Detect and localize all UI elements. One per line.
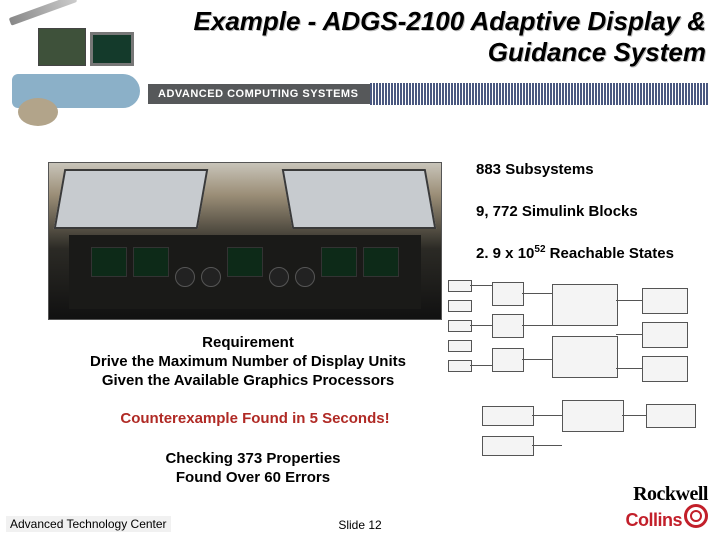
- stats-block: 883 Subsystems 9, 772 Simulink Blocks 2.…: [476, 160, 708, 286]
- cockpit-gauge: [269, 267, 289, 287]
- requirement-heading: Requirement: [56, 334, 440, 353]
- slide-title: Example - ADGS-2100 Adaptive Display & G…: [146, 6, 706, 67]
- banner-stripes-graphic: [370, 83, 708, 105]
- title-line-2: Guidance System: [488, 37, 706, 67]
- diagram-block: [562, 400, 624, 432]
- diagram-block: [448, 280, 472, 292]
- cockpit-screen: [363, 247, 399, 277]
- diagram-block: [482, 406, 534, 426]
- cockpit-screen: [133, 247, 169, 277]
- logo-line-2: Collins: [625, 510, 682, 530]
- diagram-block: [552, 336, 618, 378]
- states-suffix: Reachable States: [546, 245, 674, 262]
- diagram-wire: [522, 293, 552, 294]
- diagram-wire: [522, 325, 552, 326]
- diagram-wire: [616, 334, 642, 335]
- diagram-block: [448, 300, 472, 312]
- cockpit-panel: [69, 235, 421, 309]
- header-collage: [8, 6, 148, 116]
- requirement-line-1: Drive the Maximum Number of Display Unit…: [56, 353, 440, 372]
- cockpit-gauge: [295, 267, 315, 287]
- missile-image: [9, 0, 78, 26]
- checking-block: Checking 373 Properties Found Over 60 Er…: [118, 450, 388, 488]
- logo-line-2-row: Collins: [625, 504, 708, 530]
- cockpit-gauge: [201, 267, 221, 287]
- diagram-wire: [470, 365, 492, 366]
- banner-label: ADVANCED COMPUTING SYSTEMS: [148, 84, 370, 104]
- cockpit-screen: [227, 247, 263, 277]
- checking-line-1: Checking 373 Properties: [118, 450, 388, 469]
- cockpit-screen: [91, 247, 127, 277]
- diagram-block: [492, 348, 524, 372]
- stat-subsystems: 883 Subsystems: [476, 160, 708, 180]
- checking-line-2: Found Over 60 Errors: [118, 469, 388, 488]
- simulink-diagram: [442, 274, 712, 470]
- avionics-display-image: [90, 32, 134, 66]
- satellite-image: [18, 98, 58, 126]
- diagram-wire: [616, 368, 642, 369]
- gear-icon: [684, 504, 708, 528]
- cockpit-screen: [321, 247, 357, 277]
- requirement-block: Requirement Drive the Maximum Number of …: [56, 334, 440, 390]
- banner: ADVANCED COMPUTING SYSTEMS: [148, 82, 708, 106]
- title-line-1: Example - ADGS-2100 Adaptive Display &: [194, 6, 706, 36]
- diagram-block: [642, 288, 688, 314]
- requirement-line-2: Given the Available Graphics Processors: [56, 372, 440, 391]
- diagram-block: [492, 314, 524, 338]
- diagram-block: [482, 436, 534, 456]
- cockpit-photo: [48, 162, 442, 320]
- rockwell-collins-logo: Rockwell Collins: [625, 484, 708, 530]
- diagram-block: [552, 284, 618, 326]
- diagram-wire: [522, 359, 552, 360]
- diagram-wire: [470, 285, 492, 286]
- states-prefix: 2. 9 x 10: [476, 245, 534, 262]
- counterexample-text: Counterexample Found in 5 Seconds!: [90, 410, 420, 427]
- diagram-block: [642, 356, 688, 382]
- cockpit-gauge: [175, 267, 195, 287]
- states-exponent: 52: [534, 244, 545, 255]
- diagram-block: [448, 340, 472, 352]
- diagram-wire: [532, 415, 562, 416]
- stat-blocks: 9, 772 Simulink Blocks: [476, 202, 708, 222]
- slide: Example - ADGS-2100 Adaptive Display & G…: [0, 0, 720, 540]
- diagram-block: [448, 320, 472, 332]
- stat-states: 2. 9 x 1052 Reachable States: [476, 243, 708, 264]
- circuit-board-image: [38, 28, 86, 66]
- diagram-block: [448, 360, 472, 372]
- footer-slide-number: Slide 12: [0, 518, 720, 532]
- diagram-wire: [470, 325, 492, 326]
- diagram-wire: [622, 415, 646, 416]
- logo-line-1: Rockwell: [625, 484, 708, 504]
- diagram-block: [646, 404, 696, 428]
- diagram-block: [492, 282, 524, 306]
- diagram-wire: [532, 445, 562, 446]
- diagram-block: [642, 322, 688, 348]
- diagram-wire: [616, 300, 642, 301]
